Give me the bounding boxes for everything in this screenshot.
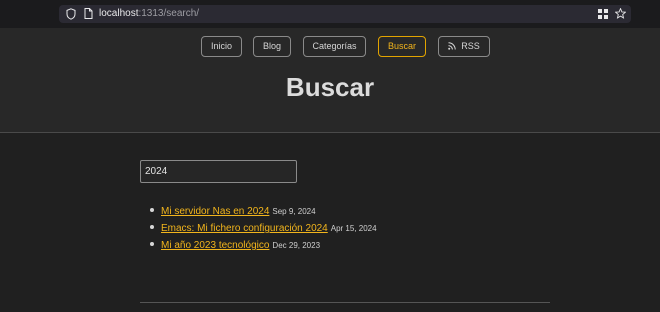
rss-icon xyxy=(448,42,456,50)
shield-icon[interactable] xyxy=(66,8,76,20)
extensions-grid-icon[interactable] xyxy=(598,9,608,19)
result-link[interactable]: Emacs: Mi fichero configuración 2024 xyxy=(161,223,328,234)
nav-blog-button[interactable]: Blog xyxy=(253,36,291,57)
nav-buscar-button[interactable]: Buscar xyxy=(378,36,426,57)
result-link[interactable]: Mi servidor Nas en 2024 xyxy=(161,206,269,217)
nav-inicio-button[interactable]: Inicio xyxy=(201,36,242,57)
footer-divider xyxy=(140,302,550,303)
list-item: Mi servidor Nas en 2024 Sep 9, 2024 xyxy=(150,202,377,218)
nav-rss-label: RSS xyxy=(461,41,480,51)
nav-categorias-button[interactable]: Categorías xyxy=(303,36,366,57)
url-text: localhost:1313/search/ xyxy=(99,8,199,20)
bookmark-star-icon[interactable] xyxy=(615,8,626,19)
header-divider xyxy=(0,132,660,133)
nav-rss-button[interactable]: RSS xyxy=(438,36,490,57)
list-item: Mi año 2023 tecnológico Dec 29, 2023 xyxy=(150,236,377,252)
browser-toolbar: localhost:1313/search/ xyxy=(0,0,660,28)
page-title: Buscar xyxy=(285,72,375,102)
url-bar[interactable]: localhost:1313/search/ xyxy=(59,5,631,23)
bullet-icon xyxy=(150,208,154,212)
page-info-icon[interactable] xyxy=(84,8,93,19)
url-host: localhost xyxy=(99,8,139,19)
url-path: :1313/search/ xyxy=(138,8,200,19)
result-date: Sep 9, 2024 xyxy=(272,207,316,216)
result-date: Apr 15, 2024 xyxy=(330,224,377,233)
bullet-icon xyxy=(150,225,154,229)
list-item: Emacs: Mi fichero configuración 2024 Apr … xyxy=(150,219,377,235)
result-date: Dec 29, 2023 xyxy=(272,241,321,250)
search-results-list: Mi servidor Nas en 2024 Sep 9, 2024 Emacs… xyxy=(150,202,377,253)
bullet-icon xyxy=(150,242,154,246)
result-link[interactable]: Mi año 2023 tecnológico xyxy=(161,240,269,251)
search-input[interactable] xyxy=(140,160,297,183)
